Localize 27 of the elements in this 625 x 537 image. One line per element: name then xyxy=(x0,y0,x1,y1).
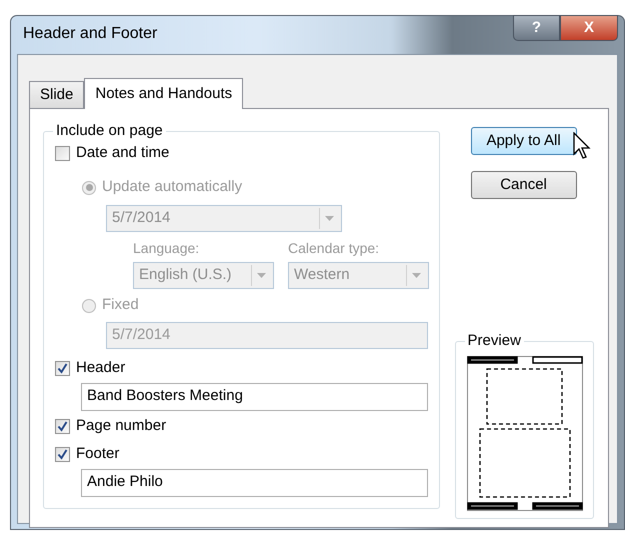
dropdown-value: 5/7/2014 xyxy=(112,208,170,228)
tab[interactable]: Slide xyxy=(29,81,84,108)
checkbox-label: Page number xyxy=(76,416,166,436)
field-label: Language: xyxy=(133,238,200,258)
checkbox[interactable] xyxy=(55,447,70,462)
checkbox[interactable] xyxy=(55,419,70,434)
text-field[interactable]: Andie Philo xyxy=(81,468,428,496)
checkbox-label: Header xyxy=(76,358,126,378)
checkbox[interactable] xyxy=(55,361,70,376)
tab[interactable]: Notes and Handouts xyxy=(84,78,244,109)
radio-label: Fixed xyxy=(102,295,139,316)
dropdown-value: English (U.S.) xyxy=(139,264,232,285)
group-title: Include on page xyxy=(55,123,164,140)
window-title: Header and Footer xyxy=(23,25,158,42)
mouse-pointer-icon xyxy=(573,132,592,160)
group-title: Preview xyxy=(466,333,522,350)
checkbox-label: Date and time xyxy=(76,143,170,164)
dropdown-value: Western xyxy=(294,264,350,285)
dialog-button[interactable]: Apply to All xyxy=(470,127,577,155)
field-label: Calendar type: xyxy=(288,238,380,258)
dialog-button[interactable]: Cancel xyxy=(470,171,577,199)
text-field[interactable]: Band Boosters Meeting xyxy=(81,382,428,410)
radio-button[interactable] xyxy=(82,180,96,194)
radio-label: Update automatically xyxy=(102,177,242,198)
radio-button[interactable] xyxy=(82,298,96,312)
checkbox-label: Footer xyxy=(76,444,120,464)
checkbox[interactable] xyxy=(55,146,70,161)
